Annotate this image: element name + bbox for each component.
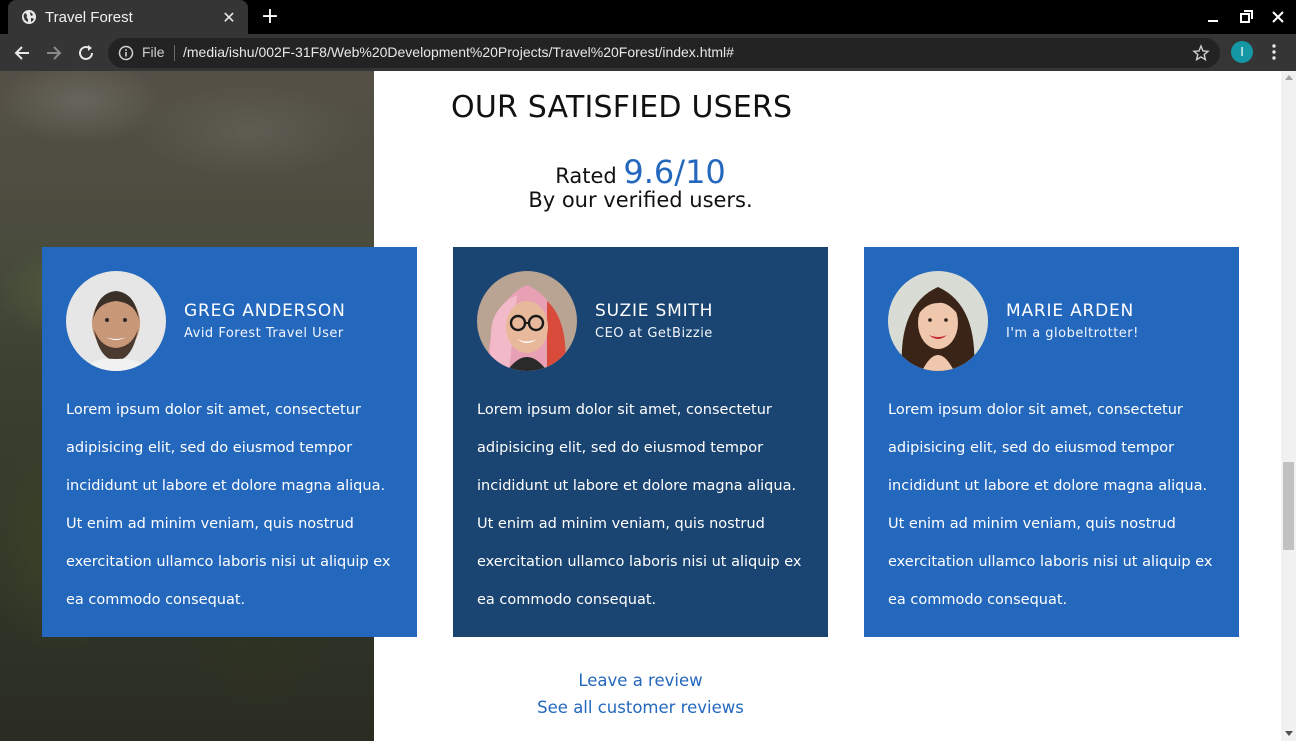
see-all-reviews-link[interactable]: See all customer reviews [0,694,1281,721]
user-avatar [477,271,577,371]
testimonial-role: CEO at GetBizzie [595,326,713,341]
user-avatar [66,271,166,371]
user-avatar [888,271,988,371]
url-text[interactable]: /media/ishu/002F-31F8/Web%20Development%… [183,44,734,60]
rating-subtitle: By our verified users. [528,188,753,212]
bookmark-star-icon[interactable] [1192,44,1210,62]
testimonial-card: GREG ANDERSON Avid Forest Travel User Lo… [42,247,417,637]
info-icon[interactable] [118,45,134,61]
tab-close-icon[interactable]: ✕ [220,8,238,27]
url-scheme-label: File [142,44,165,60]
vertical-scrollbar[interactable] [1281,71,1296,741]
review-links: Leave a review See all customer reviews [0,667,1281,721]
leave-review-link[interactable]: Leave a review [0,667,1281,694]
testimonial-quote: Lorem ipsum dolor sit amet, consectetur … [477,402,802,608]
url-separator [174,45,175,61]
browser-titlebar: Travel Forest ✕ + [0,0,1296,34]
globe-icon [22,10,36,24]
forward-arrow-icon[interactable] [43,42,65,64]
scroll-up-arrow-icon[interactable] [1285,75,1293,80]
rating-line: Rated 9.6/10 [0,153,1281,191]
restore-icon[interactable] [1237,8,1255,26]
testimonial-name: MARIE ARDEN [1006,301,1135,321]
testimonial-quote: Lorem ipsum dolor sit amet, consectetur … [888,402,1213,608]
tab-title: Travel Forest [45,8,133,26]
scroll-down-arrow-icon[interactable] [1285,731,1293,736]
address-bar[interactable]: File /media/ishu/002F-31F8/Web%20Develop… [108,38,1220,68]
testimonial-card: SUZIE SMITH CEO at GetBizzie Lorem ipsum… [453,247,828,637]
back-arrow-icon[interactable] [11,42,33,64]
minimize-icon[interactable] [1204,8,1222,26]
testimonial-name: SUZIE SMITH [595,301,714,321]
testimonial-card: MARIE ARDEN I'm a globeltrotter! Lorem i… [864,247,1239,637]
testimonial-name: GREG ANDERSON [184,301,346,321]
testimonial-role: Avid Forest Travel User [184,326,344,341]
rated-prefix: Rated [555,164,617,188]
browser-tab[interactable]: Travel Forest ✕ [8,0,248,34]
close-window-icon[interactable] [1269,8,1287,26]
testimonial-role: I'm a globeltrotter! [1006,326,1139,341]
browser-toolbar: File /media/ishu/002F-31F8/Web%20Develop… [0,34,1296,71]
page-viewport: OUR SATISFIED USERS Rated 9.6/10 By our … [0,71,1296,741]
testimonial-quote: Lorem ipsum dolor sit amet, consectetur … [66,402,391,608]
profile-avatar[interactable]: I [1231,41,1253,63]
scrollbar-thumb[interactable] [1283,462,1294,550]
section-title: OUR SATISFIED USERS [451,90,793,125]
new-tab-icon[interactable]: + [260,6,280,28]
menu-dots-icon[interactable] [1266,42,1282,62]
reload-icon[interactable] [75,42,97,64]
rating-value: 9.6/10 [623,153,726,191]
